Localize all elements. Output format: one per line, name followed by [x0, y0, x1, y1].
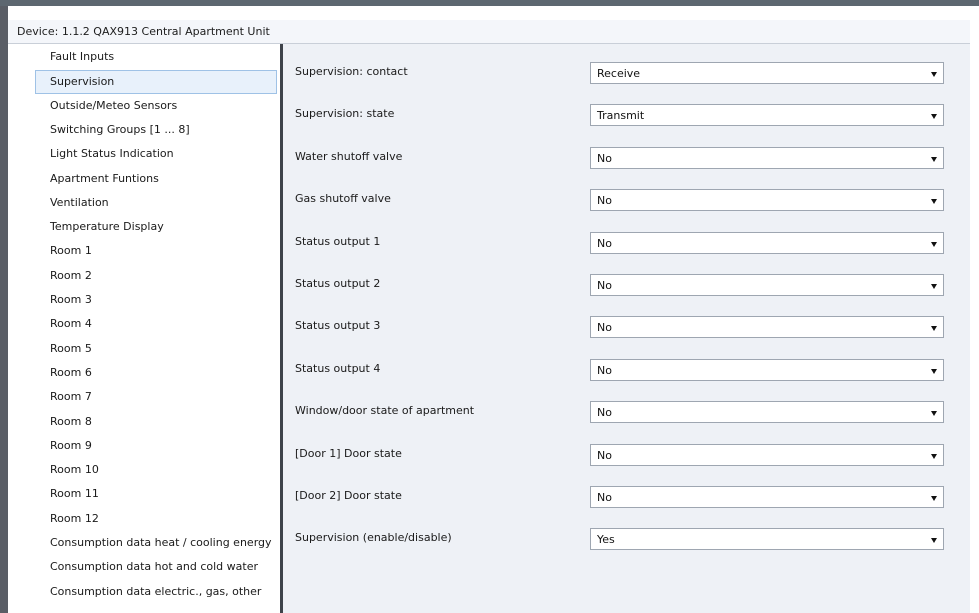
chevron-down-icon[interactable]	[931, 538, 937, 544]
parameter-label: Window/door state of apartment	[295, 404, 475, 418]
sidebar-item[interactable]: Supervision	[35, 70, 277, 95]
sidebar-item[interactable]: Ventilation	[35, 192, 277, 216]
chevron-down-icon[interactable]	[931, 411, 937, 417]
parameter-panel: Supervision: contact Receive Supervision: …	[283, 44, 970, 613]
dropdown-selected-value: No	[597, 406, 612, 420]
sidebar-item[interactable]: Consumption data electric., gas, other	[35, 581, 277, 605]
window-right-edge	[970, 6, 979, 613]
sidebar-item[interactable]: Room 4	[35, 313, 277, 337]
parameter-dropdown[interactable]: Receive	[590, 62, 944, 84]
sidebar-item[interactable]: Room 8	[35, 411, 277, 435]
chevron-down-icon[interactable]	[931, 156, 937, 162]
parameter-label: Status output 4	[295, 361, 381, 375]
parameter-dropdown[interactable]: No	[590, 231, 944, 254]
device-parameter-window: Device: 1.1.2 QAX913 Central Apartment U…	[0, 0, 979, 613]
sidebar-item[interactable]: Room 1	[35, 240, 277, 264]
parameter-dropdown[interactable]: No	[590, 486, 944, 508]
dropdown-selected-value: No	[597, 321, 612, 335]
parameter-label: [Door 2] Door state	[295, 489, 402, 502]
parameter-label: Status output 3	[295, 319, 381, 333]
parameter-dropdown[interactable]: No	[590, 358, 944, 381]
sidebar-item[interactable]: Switching Groups [1 ... 8]	[35, 119, 277, 143]
chevron-down-icon[interactable]	[931, 241, 937, 247]
sidebar-item[interactable]: Room 2	[35, 265, 277, 289]
sidebar-item[interactable]: Light Status Indication	[35, 143, 277, 167]
parameter-label: Gas shutoff valve	[295, 192, 391, 206]
dropdown-selected-value: No	[597, 491, 612, 504]
parameter-dropdown[interactable]: No	[590, 146, 944, 169]
window-left-edge	[0, 6, 8, 613]
dropdown-selected-value: No	[597, 448, 612, 462]
sidebar-item[interactable]: Room 7	[35, 386, 277, 410]
parameter-dropdown[interactable]: No	[590, 274, 944, 296]
parameter-category-list[interactable]: Fault Inputs Supervision Outside/Meteo Sen…	[8, 44, 280, 613]
parameter-dropdown[interactable]: No	[590, 316, 944, 339]
dropdown-selected-value: No	[597, 363, 612, 377]
parameter-label: Status output 2	[295, 277, 381, 290]
sidebar-item[interactable]: Room 12	[35, 508, 277, 532]
dropdown-selected-value: Yes	[597, 533, 615, 547]
sidebar-item[interactable]: Temperature Display	[35, 216, 277, 240]
dropdown-selected-value: Receive	[597, 67, 641, 80]
parameter-label: Supervision: state	[295, 107, 395, 121]
parameter-dropdown[interactable]: No	[590, 401, 944, 424]
device-title: Device: 1.1.2 QAX913 Central Apartment U…	[8, 20, 970, 44]
parameter-label: Supervision: contact	[295, 65, 408, 78]
chevron-down-icon[interactable]	[931, 453, 937, 459]
sidebar-item[interactable]: Room 10	[35, 459, 277, 483]
chevron-down-icon[interactable]	[931, 114, 937, 120]
sidebar-item[interactable]: Consumption data heat / cooling energy	[35, 532, 277, 556]
sidebar-item[interactable]: Room 11	[35, 483, 277, 507]
chevron-down-icon[interactable]	[931, 368, 937, 374]
sidebar-item[interactable]: Fault Inputs	[35, 46, 277, 70]
dropdown-selected-value: No	[597, 194, 612, 208]
parameter-label: [Door 1] Door state	[295, 446, 402, 460]
sidebar-item[interactable]: Room 5	[35, 338, 277, 362]
dropdown-selected-value: No	[597, 151, 612, 165]
parameter-dropdown[interactable]: No	[590, 443, 944, 466]
title-strip	[8, 6, 970, 20]
sidebar-item[interactable]: Consumption data hot and cold water	[35, 556, 277, 580]
dropdown-selected-value: No	[597, 236, 612, 250]
sidebar-item[interactable]: Room 6	[35, 362, 277, 386]
sidebar-item[interactable]: Apartment Funtions	[35, 168, 277, 192]
parameter-dropdown[interactable]: Transmit	[590, 104, 944, 127]
chevron-down-icon[interactable]	[931, 284, 937, 289]
parameter-label: Water shutoff valve	[295, 149, 403, 163]
chevron-down-icon[interactable]	[931, 496, 937, 501]
parameter-label: Supervision (enable/disable)	[295, 531, 452, 545]
dropdown-selected-value: No	[597, 279, 612, 292]
parameter-dropdown[interactable]: No	[590, 189, 944, 212]
parameter-label: Status output 1	[295, 234, 381, 248]
sidebar-item[interactable]: Room 9	[35, 435, 277, 459]
chevron-down-icon[interactable]	[931, 326, 937, 332]
chevron-down-icon[interactable]	[931, 72, 937, 77]
chevron-down-icon[interactable]	[931, 199, 937, 205]
dropdown-selected-value: Transmit	[597, 109, 645, 123]
parameter-dropdown[interactable]: Yes	[590, 528, 944, 551]
sidebar-item[interactable]: Outside/Meteo Sensors	[35, 95, 277, 119]
sidebar-item[interactable]: Room 3	[35, 289, 277, 313]
